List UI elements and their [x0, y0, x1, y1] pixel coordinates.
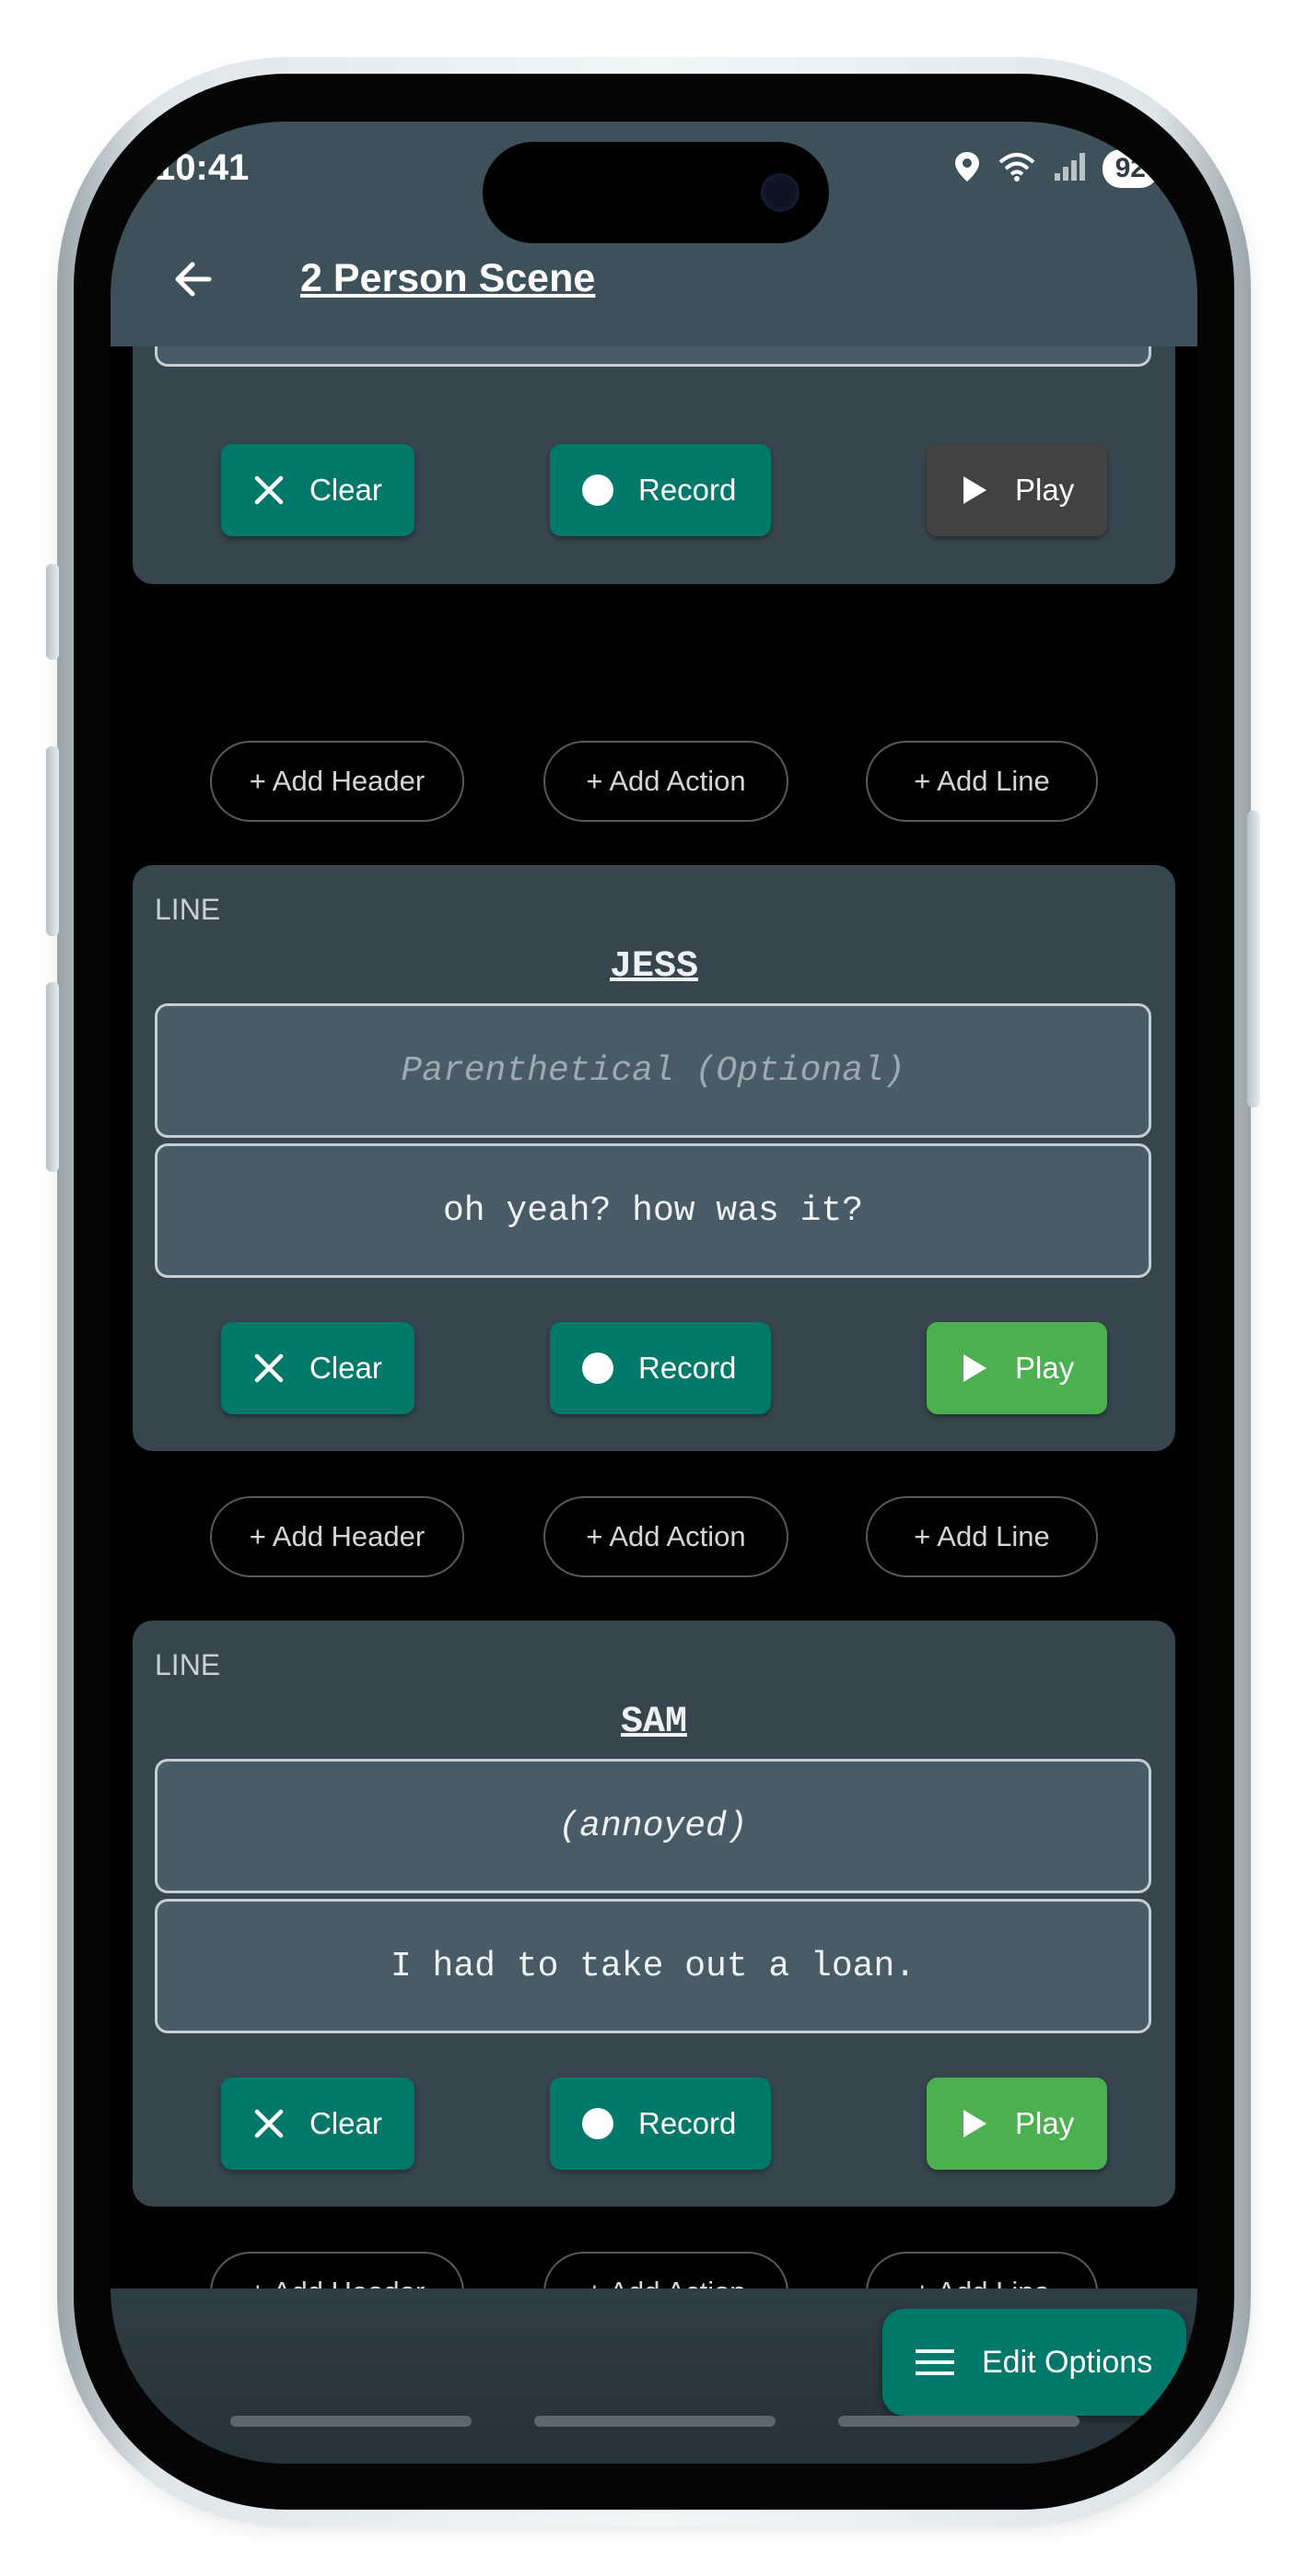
nav-handle-center	[534, 2416, 776, 2427]
parenthetical-placeholder: Parenthetical (Optional)	[401, 1050, 905, 1091]
parenthetical-text: (annoyed)	[558, 1806, 748, 1846]
clear-button-label: Clear	[309, 473, 382, 507]
dialogue-text: I had to take out a loan.	[390, 1946, 916, 1986]
clear-button-label: Clear	[309, 1351, 382, 1385]
script-block-card: LINE JESS Parenthetical (Optional) oh ye…	[133, 865, 1175, 1451]
wifi-icon	[998, 151, 1036, 187]
clear-button[interactable]: Clear	[221, 1322, 414, 1414]
play-icon	[956, 2108, 993, 2139]
phone-screen: Clear Record Play + Add Header + Add Act…	[111, 122, 1197, 2464]
location-icon	[953, 150, 981, 188]
add-action-label: + Add Action	[586, 2276, 745, 2289]
block-type-label: LINE	[155, 893, 221, 926]
play-icon	[956, 474, 993, 506]
phone-power-button	[1247, 811, 1260, 1107]
status-icons: 92	[953, 149, 1159, 188]
status-time: 10:41	[155, 147, 250, 188]
add-header-button[interactable]: + Add Header	[210, 2252, 464, 2289]
parenthetical-field[interactable]: (annoyed)	[155, 1759, 1151, 1893]
add-header-label: + Add Header	[249, 1520, 426, 1552]
add-header-label: + Add Header	[249, 765, 426, 797]
app-bar: 10:41 92 2 Person Scene	[111, 122, 1197, 346]
add-line-label: + Add Line	[914, 765, 1050, 797]
dialogue-field[interactable]: oh yeah? how was it?	[155, 1143, 1151, 1278]
add-line-button[interactable]: + Add Line	[866, 2252, 1098, 2289]
close-icon	[251, 474, 287, 506]
clear-button[interactable]: Clear	[221, 2078, 414, 2170]
block-type-label: LINE	[155, 1648, 221, 1681]
character-name[interactable]: SAM	[133, 1702, 1175, 1743]
play-icon	[956, 1352, 993, 1384]
add-action-button[interactable]: + Add Action	[543, 2252, 788, 2289]
dialogue-field[interactable]	[155, 346, 1151, 367]
camera-lens-icon	[761, 173, 799, 212]
record-button[interactable]: Record	[550, 444, 771, 536]
add-line-label: + Add Line	[914, 2276, 1049, 2289]
add-action-label: + Add Action	[586, 1520, 746, 1552]
close-icon	[251, 1352, 287, 1384]
nav-handle-left	[230, 2416, 472, 2427]
add-line-label: + Add Line	[914, 1520, 1050, 1552]
add-header-label: + Add Header	[250, 2276, 425, 2289]
parenthetical-field[interactable]: Parenthetical (Optional)	[155, 1003, 1151, 1138]
page-title: 2 Person Scene	[300, 256, 596, 300]
record-circle-icon	[579, 2106, 616, 2141]
character-name[interactable]: JESS	[133, 946, 1175, 988]
clear-button[interactable]: Clear	[221, 444, 414, 536]
bottom-bar: Edit Options	[111, 2289, 1197, 2464]
add-line-button[interactable]: + Add Line	[866, 741, 1098, 822]
record-button-label: Record	[638, 1351, 737, 1385]
play-button[interactable]: Play	[927, 1322, 1107, 1414]
record-button[interactable]: Record	[550, 1322, 771, 1414]
battery-indicator: 92	[1102, 149, 1159, 188]
play-button-label: Play	[1015, 2106, 1075, 2140]
dialogue-text: oh yeah? how was it?	[442, 1190, 864, 1231]
play-button[interactable]: Play	[927, 2078, 1107, 2170]
record-circle-icon	[579, 1351, 616, 1386]
add-action-label: + Add Action	[586, 765, 746, 797]
back-button[interactable]	[160, 249, 225, 313]
cellular-signal-icon	[1053, 151, 1086, 187]
dialogue-field[interactable]: I had to take out a loan.	[155, 1899, 1151, 2033]
add-line-button[interactable]: + Add Line	[866, 1496, 1098, 1577]
script-editor-list[interactable]: Clear Record Play + Add Header + Add Act…	[111, 346, 1197, 2289]
phone-volume-up-button	[46, 746, 59, 936]
clear-button-label: Clear	[309, 2106, 382, 2140]
phone-action-button	[46, 564, 59, 660]
edit-options-button[interactable]: Edit Options	[882, 2309, 1186, 2416]
add-header-button[interactable]: + Add Header	[210, 1496, 464, 1577]
phone-volume-down-button	[46, 982, 59, 1172]
record-circle-icon	[579, 473, 616, 508]
edit-options-label: Edit Options	[982, 2344, 1153, 2380]
play-button-label: Play	[1015, 473, 1075, 507]
play-button[interactable]: Play	[927, 444, 1107, 536]
add-action-button[interactable]: + Add Action	[543, 1496, 788, 1577]
record-button-label: Record	[638, 473, 737, 507]
record-button[interactable]: Record	[550, 2078, 771, 2170]
arrow-left-icon	[172, 261, 213, 302]
close-icon	[251, 2108, 287, 2139]
add-action-button[interactable]: + Add Action	[543, 741, 788, 822]
add-header-button[interactable]: + Add Header	[210, 741, 464, 822]
script-block-card: Clear Record Play	[133, 346, 1175, 584]
nav-handle-right	[838, 2416, 1079, 2427]
dynamic-island	[483, 142, 829, 243]
record-button-label: Record	[638, 2106, 737, 2140]
script-block-card: LINE SAM (annoyed) I had to take out a l…	[133, 1621, 1175, 2207]
play-button-label: Play	[1015, 1351, 1075, 1385]
menu-icon	[916, 2348, 954, 2377]
